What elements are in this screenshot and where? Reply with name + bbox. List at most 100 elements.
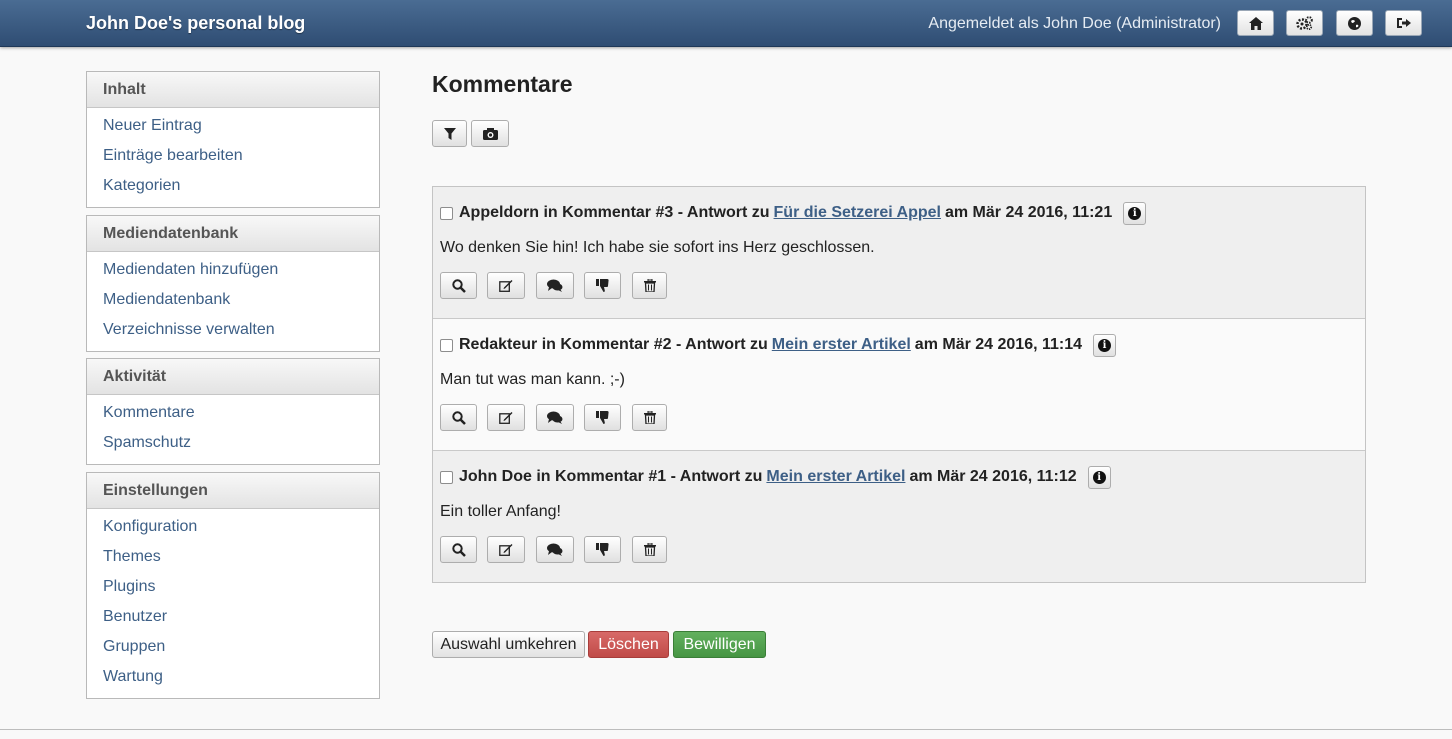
sidebar-panel-content: Inhalt Neuer Eintrag Einträge bearbeiten… <box>86 71 380 208</box>
logout-button[interactable] <box>1385 10 1422 36</box>
comment-date: am Mär 24 2016, 11:12 <box>909 468 1077 485</box>
reply-button[interactable] <box>536 404 574 431</box>
spam-button[interactable] <box>584 272 621 299</box>
comment-date: am Mär 24 2016, 11:21 <box>944 204 1113 221</box>
approve-button[interactable]: Bewilligen <box>673 631 766 658</box>
comment-header: Appeldorn in Kommentar #3 - Antwort zu F… <box>440 201 1147 225</box>
page-title: Kommentare <box>432 71 573 97</box>
view-site-button[interactable] <box>1336 10 1373 36</box>
view-button[interactable] <box>440 404 477 431</box>
comment-article-link[interactable]: Mein erster Artikel <box>772 336 911 354</box>
settings-button[interactable] <box>1286 10 1323 36</box>
sidebar-item-edit-entries[interactable]: Einträge bearbeiten <box>87 143 379 173</box>
thumbs-down-icon <box>596 411 609 424</box>
sidebar-item-new-entry[interactable]: Neuer Eintrag <box>87 113 379 143</box>
info-icon: i <box>1098 338 1112 352</box>
edit-button[interactable] <box>487 536 525 563</box>
comments-icon <box>547 279 563 292</box>
comment-reference: in Kommentar #1 - Antwort zu <box>531 468 763 485</box>
info-button[interactable]: i <box>1087 465 1111 489</box>
blog-title[interactable]: John Doe's personal blog <box>86 13 305 34</box>
sidebar-item-spam-protection[interactable]: Spamschutz <box>87 430 379 460</box>
comment-reference: in Kommentar #3 - Antwort zu <box>539 204 770 221</box>
comment-item: John Doe in Kommentar #1 - Antwort zu Me… <box>433 451 1365 582</box>
sidebar-item-comments[interactable]: Kommentare <box>87 400 379 430</box>
sidebar-panel-activity: Aktivität Kommentare Spamschutz <box>86 358 380 465</box>
view-button[interactable] <box>440 536 477 563</box>
thumbs-down-icon <box>596 279 609 292</box>
footer-divider <box>0 729 1452 730</box>
edit-icon <box>499 280 513 292</box>
comment-checkbox[interactable] <box>440 470 453 484</box>
delete-button[interactable] <box>632 404 667 431</box>
trash-icon <box>643 411 656 424</box>
home-button[interactable] <box>1237 10 1274 36</box>
filter-icon <box>443 127 456 140</box>
comment-author: John Doe <box>459 468 532 485</box>
sidebar-item-maintenance[interactable]: Wartung <box>87 664 379 694</box>
sidebar-item-themes[interactable]: Themes <box>87 544 379 574</box>
filter-button[interactable] <box>432 120 467 147</box>
trash-icon <box>643 543 656 556</box>
info-icon: i <box>1092 470 1106 484</box>
sidebar-item-categories[interactable]: Kategorien <box>87 173 379 203</box>
comment-date: am Mär 24 2016, 11:14 <box>914 336 1083 353</box>
comment-author: Redakteur <box>459 336 538 353</box>
reply-button[interactable] <box>536 536 574 563</box>
comment-header: Redakteur in Kommentar #2 - Antwort zu M… <box>440 333 1117 357</box>
comment-reference: in Kommentar #2 - Antwort zu <box>537 336 768 353</box>
spam-button[interactable] <box>584 404 621 431</box>
sidebar-item-media-library[interactable]: Mediendatenbank <box>87 287 379 317</box>
sign-out-icon <box>1396 18 1411 28</box>
comment-item: Appeldorn in Kommentar #3 - Antwort zu F… <box>433 187 1365 319</box>
sidebar-item-add-media[interactable]: Mediendaten hinzufügen <box>87 257 379 287</box>
panel-title: Aktivität <box>87 359 379 395</box>
gears-icon <box>1296 16 1313 30</box>
edit-button[interactable] <box>487 272 525 299</box>
globe-icon <box>1348 16 1361 30</box>
search-icon <box>451 542 466 557</box>
panel-title: Inhalt <box>87 72 379 108</box>
comment-article-link[interactable]: Für die Setzerei Appel <box>774 204 941 222</box>
comment-text: Wo denken Sie hin! Ich habe sie sofort i… <box>440 239 875 256</box>
comments-list: Appeldorn in Kommentar #3 - Antwort zu F… <box>432 186 1366 583</box>
trash-icon <box>643 279 656 292</box>
search-icon <box>451 410 466 425</box>
info-button[interactable]: i <box>1123 201 1147 225</box>
edit-icon <box>499 544 513 556</box>
thumbs-down-icon <box>596 543 609 556</box>
delete-button[interactable] <box>632 272 667 299</box>
screenshot-button[interactable] <box>471 120 509 147</box>
sidebar-panel-settings: Einstellungen Konfiguration Themes Plugi… <box>86 472 380 699</box>
invert-selection-button[interactable]: Auswahl umkehren <box>432 631 585 658</box>
comment-author: Appeldorn <box>459 204 539 221</box>
comment-header: John Doe in Kommentar #1 - Antwort zu Me… <box>440 465 1111 489</box>
spam-button[interactable] <box>584 536 621 563</box>
sidebar-item-plugins[interactable]: Plugins <box>87 574 379 604</box>
top-navbar: John Doe's personal blog Angemeldet als … <box>0 0 1452 47</box>
sidebar-item-users[interactable]: Benutzer <box>87 604 379 634</box>
info-icon: i <box>1128 206 1142 220</box>
comment-text: Ein toller Anfang! <box>440 503 561 520</box>
comment-item: Redakteur in Kommentar #2 - Antwort zu M… <box>433 319 1365 451</box>
sidebar-item-configuration[interactable]: Konfiguration <box>87 514 379 544</box>
delete-selected-button[interactable]: Löschen <box>588 631 669 658</box>
comment-checkbox[interactable] <box>440 206 453 220</box>
comment-text: Man tut was man kann. ;-) <box>440 371 625 388</box>
reply-button[interactable] <box>536 272 574 299</box>
sidebar-item-manage-folders[interactable]: Verzeichnisse verwalten <box>87 317 379 347</box>
comments-icon <box>547 543 563 556</box>
sidebar-item-groups[interactable]: Gruppen <box>87 634 379 664</box>
comment-article-link[interactable]: Mein erster Artikel <box>766 468 905 486</box>
camera-icon <box>482 127 498 140</box>
logged-in-status: Angemeldet als John Doe (Administrator) <box>928 15 1221 32</box>
panel-title: Einstellungen <box>87 473 379 509</box>
info-button[interactable]: i <box>1093 333 1117 357</box>
panel-title: Mediendatenbank <box>87 216 379 252</box>
sidebar-panel-media: Mediendatenbank Mediendaten hinzufügen M… <box>86 215 380 352</box>
edit-button[interactable] <box>487 404 525 431</box>
view-button[interactable] <box>440 272 477 299</box>
edit-icon <box>499 412 513 424</box>
comment-checkbox[interactable] <box>440 338 453 352</box>
delete-button[interactable] <box>632 536 667 563</box>
